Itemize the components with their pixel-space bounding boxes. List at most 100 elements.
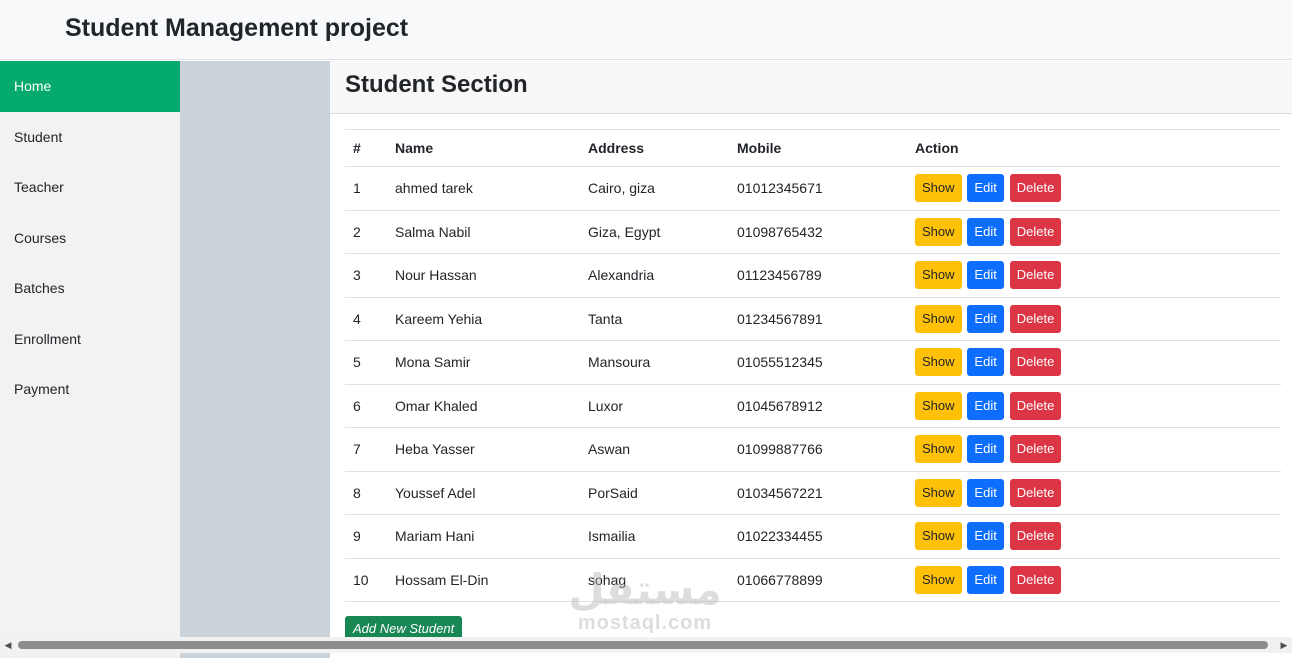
cell-actions: Show Edit Delete (907, 427, 1281, 472)
app-title: Student Management project (65, 14, 409, 42)
cell-mobile: 01045678912 (729, 384, 907, 428)
cell-name: Salma Nabil (387, 210, 580, 254)
edit-button[interactable]: Edit (967, 304, 1004, 333)
cell-num: 1 (345, 166, 387, 211)
show-button[interactable]: Show (915, 348, 962, 377)
main-content: Student Section # Name Address Mobile Ac… (330, 61, 1292, 658)
delete-button[interactable]: Delete (1009, 565, 1062, 594)
sidebar-item-courses[interactable]: Courses (0, 213, 180, 264)
cell-actions: Show Edit Delete (907, 166, 1281, 211)
table-row: 7 Heba Yasser Aswan 01099887766 Show Edi… (345, 427, 1281, 472)
delete-button[interactable]: Delete (1009, 435, 1062, 464)
cell-address: sohag (580, 558, 729, 602)
cell-num: 5 (345, 340, 387, 385)
edit-button[interactable]: Edit (967, 435, 1004, 464)
sidebar-item-student[interactable]: Student (0, 112, 180, 163)
cell-mobile: 01234567891 (729, 297, 907, 341)
cell-name: Hossam El-Din (387, 558, 580, 602)
cell-actions: Show Edit Delete (907, 210, 1281, 254)
sidebar-item-batches[interactable]: Batches (0, 263, 180, 314)
edit-button[interactable]: Edit (967, 565, 1004, 594)
students-table: # Name Address Mobile Action 1 ahmed tar… (345, 129, 1281, 602)
show-button[interactable]: Show (915, 304, 962, 333)
edit-button[interactable]: Edit (967, 348, 1004, 377)
cell-address: Tanta (580, 297, 729, 341)
cell-actions: Show Edit Delete (907, 297, 1281, 341)
cell-num: 2 (345, 210, 387, 254)
cell-address: Cairo, giza (580, 166, 729, 211)
section-title: Student Section (345, 71, 528, 98)
edit-button[interactable]: Edit (967, 391, 1004, 420)
delete-button[interactable]: Delete (1009, 261, 1062, 290)
show-button[interactable]: Show (915, 174, 962, 203)
sidebar-item-teacher[interactable]: Teacher (0, 162, 180, 213)
table-row: 2 Salma Nabil Giza, Egypt 01098765432 Sh… (345, 210, 1281, 254)
delete-button[interactable]: Delete (1009, 348, 1062, 377)
cell-name: Mona Samir (387, 340, 580, 385)
scroll-left-arrow-icon[interactable]: ◀ (0, 637, 16, 653)
cell-num: 7 (345, 427, 387, 472)
sidebar-item-enrollment[interactable]: Enrollment (0, 314, 180, 365)
edit-button[interactable]: Edit (967, 522, 1004, 551)
cell-mobile: 01055512345 (729, 340, 907, 385)
delete-button[interactable]: Delete (1009, 391, 1062, 420)
cell-actions: Show Edit Delete (907, 384, 1281, 428)
edit-button[interactable]: Edit (967, 261, 1004, 290)
show-button[interactable]: Show (915, 391, 962, 420)
show-button[interactable]: Show (915, 565, 962, 594)
cell-num: 9 (345, 514, 387, 559)
cell-mobile: 01012345671 (729, 166, 907, 211)
delete-button[interactable]: Delete (1009, 304, 1062, 333)
cell-address: Mansoura (580, 340, 729, 385)
cell-name: Nour Hassan (387, 253, 580, 298)
header-num: # (345, 129, 387, 167)
cell-address: Alexandria (580, 253, 729, 298)
cell-actions: Show Edit Delete (907, 253, 1281, 298)
sidebar-item-home[interactable]: Home (0, 61, 180, 112)
cell-address: Ismailia (580, 514, 729, 559)
cell-mobile: 01123456789 (729, 253, 907, 298)
delete-button[interactable]: Delete (1009, 522, 1062, 551)
cell-mobile: 01034567221 (729, 471, 907, 515)
show-button[interactable]: Show (915, 522, 962, 551)
cell-actions: Show Edit Delete (907, 340, 1281, 385)
table-row: 4 Kareem Yehia Tanta 01234567891 Show Ed… (345, 297, 1281, 341)
cell-mobile: 01098765432 (729, 210, 907, 254)
show-button[interactable]: Show (915, 478, 962, 507)
table-row: 10 Hossam El-Din sohag 01066778899 Show … (345, 558, 1281, 602)
cell-mobile: 01066778899 (729, 558, 907, 602)
header-name: Name (387, 129, 580, 167)
edit-button[interactable]: Edit (967, 174, 1004, 203)
delete-button[interactable]: Delete (1009, 174, 1062, 203)
delete-button[interactable]: Delete (1009, 217, 1062, 246)
cell-name: Omar Khaled (387, 384, 580, 428)
header-mobile: Mobile (729, 129, 907, 167)
cell-num: 10 (345, 558, 387, 602)
show-button[interactable]: Show (915, 261, 962, 290)
content-gutter (180, 61, 330, 658)
edit-button[interactable]: Edit (967, 478, 1004, 507)
header-address: Address (580, 129, 729, 167)
cell-address: Luxor (580, 384, 729, 428)
cell-name: Heba Yasser (387, 427, 580, 472)
scrollbar-thumb[interactable] (18, 641, 1268, 649)
table-row: 8 Youssef Adel PorSaid 01034567221 Show … (345, 471, 1281, 515)
horizontal-scrollbar[interactable]: ◀ ▶ (0, 637, 1292, 653)
edit-button[interactable]: Edit (967, 217, 1004, 246)
cell-name: Mariam Hani (387, 514, 580, 559)
delete-button[interactable]: Delete (1009, 478, 1062, 507)
scroll-right-arrow-icon[interactable]: ▶ (1276, 637, 1292, 653)
cell-name: ahmed tarek (387, 166, 580, 211)
show-button[interactable]: Show (915, 435, 962, 464)
table-row: 1 ahmed tarek Cairo, giza 01012345671 Sh… (345, 166, 1281, 211)
cell-actions: Show Edit Delete (907, 514, 1281, 559)
cell-mobile: 01099887766 (729, 427, 907, 472)
cell-address: PorSaid (580, 471, 729, 515)
table-row: 9 Mariam Hani Ismailia 01022334455 Show … (345, 514, 1281, 559)
show-button[interactable]: Show (915, 217, 962, 246)
table-header-row: # Name Address Mobile Action (345, 129, 1281, 167)
cell-name: Youssef Adel (387, 471, 580, 515)
cell-address: Giza, Egypt (580, 210, 729, 254)
cell-actions: Show Edit Delete (907, 558, 1281, 602)
sidebar-item-payment[interactable]: Payment (0, 364, 180, 415)
